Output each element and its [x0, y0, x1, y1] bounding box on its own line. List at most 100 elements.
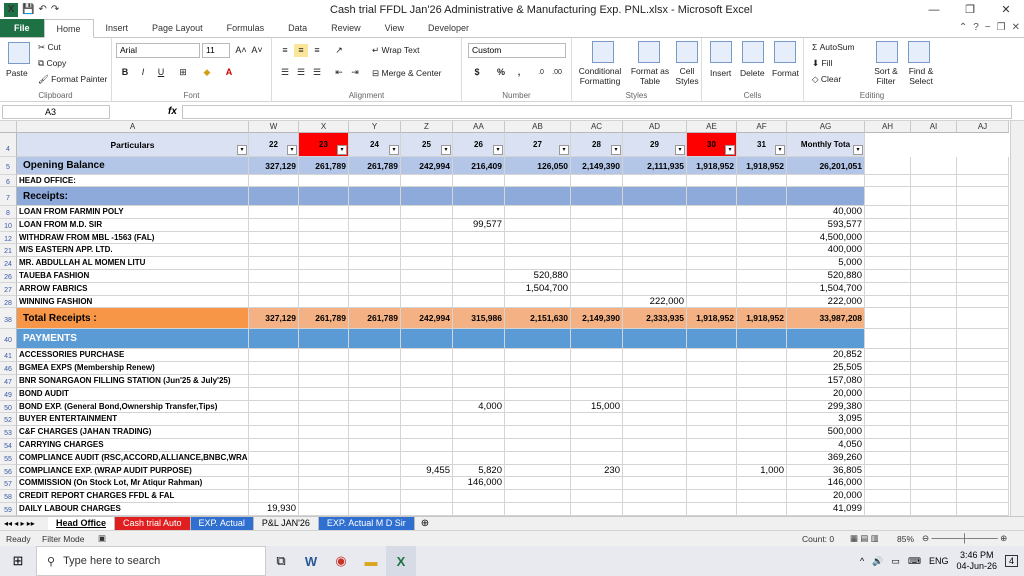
data-cell[interactable] [299, 329, 349, 350]
row-label[interactable]: ACCESSORIES PURCHASE [17, 349, 249, 363]
data-cell[interactable] [571, 375, 623, 388]
sheet-tab-exp-actual[interactable]: EXP. Actual [190, 517, 254, 530]
empty-cell[interactable] [865, 175, 911, 187]
data-cell[interactable] [505, 477, 571, 491]
tab-developer[interactable]: Developer [416, 19, 481, 37]
empty-cell[interactable] [865, 282, 911, 296]
data-cell[interactable]: 9,455 [401, 464, 453, 478]
data-cell[interactable] [737, 295, 787, 309]
data-cell[interactable] [571, 282, 623, 296]
cell-styles-icon[interactable] [676, 41, 698, 63]
fill-color-icon[interactable]: ◆ [200, 66, 214, 79]
data-cell[interactable] [401, 375, 453, 388]
empty-cell[interactable] [957, 426, 1009, 439]
data-cell[interactable] [249, 175, 299, 187]
data-cell[interactable] [299, 206, 349, 219]
empty-cell[interactable] [911, 503, 957, 516]
data-cell[interactable]: 242,994 [401, 308, 453, 330]
monthly-total-cell[interactable]: 25,505 [787, 362, 865, 375]
monthly-total-cell[interactable]: 3,095 [787, 413, 865, 427]
data-cell[interactable] [623, 503, 687, 516]
data-cell[interactable] [401, 187, 453, 206]
row-header-12[interactable]: 12 [0, 231, 17, 245]
monthly-total-cell[interactable]: 1,504,700 [787, 282, 865, 296]
data-cell[interactable] [623, 206, 687, 219]
filter-dropdown-icon[interactable]: ▾ [611, 145, 621, 155]
sheet-tab-head-office[interactable]: Head Office [48, 517, 116, 530]
tab-review[interactable]: Review [319, 19, 373, 37]
undo-icon[interactable]: ↶ [38, 3, 46, 17]
data-cell[interactable] [453, 231, 505, 245]
empty-cell[interactable] [911, 362, 957, 375]
data-cell[interactable] [401, 206, 453, 219]
empty-cell[interactable] [911, 187, 957, 206]
data-cell[interactable] [571, 477, 623, 491]
row-header-46[interactable]: 46 [0, 362, 17, 375]
tab-page-layout[interactable]: Page Layout [140, 19, 215, 37]
data-cell[interactable] [505, 349, 571, 363]
shrink-font-button[interactable]: A˅ [250, 44, 264, 57]
monthly-total-cell[interactable]: 20,852 [787, 349, 865, 363]
sheet-tab-pl[interactable]: P&L JAN'26 [254, 517, 319, 530]
data-cell[interactable] [687, 451, 737, 465]
format-cells-icon[interactable] [774, 41, 796, 63]
data-cell[interactable] [571, 329, 623, 350]
copy-button[interactable]: ⧉ Copy [38, 58, 66, 69]
row-header-7[interactable]: 7 [0, 187, 17, 206]
data-cell[interactable] [299, 175, 349, 187]
monthly-total-cell[interactable]: 40,000 [787, 206, 865, 219]
data-cell[interactable]: 5,820 [453, 464, 505, 478]
data-cell[interactable] [299, 387, 349, 401]
data-cell[interactable] [623, 451, 687, 465]
data-cell[interactable] [299, 375, 349, 388]
empty-cell[interactable] [957, 362, 1009, 375]
tab-insert[interactable]: Insert [94, 19, 141, 37]
data-cell[interactable] [349, 244, 401, 258]
monthly-total-cell[interactable]: 26,201,051 [787, 157, 865, 175]
row-header-53[interactable]: 53 [0, 426, 17, 439]
row-header-8[interactable]: 8 [0, 206, 17, 219]
cell-styles-button[interactable]: Cell Styles [672, 66, 702, 86]
data-cell[interactable] [249, 451, 299, 465]
data-cell[interactable] [299, 503, 349, 516]
row-label[interactable]: DAILY LABOUR CHARGES [17, 503, 249, 516]
data-cell[interactable] [249, 244, 299, 258]
sheet-tab-cash-trial[interactable]: Cash trial Auto [115, 517, 191, 530]
row-header-56[interactable]: 56 [0, 464, 17, 478]
data-cell[interactable] [299, 413, 349, 427]
data-cell[interactable] [571, 244, 623, 258]
data-cell[interactable] [249, 426, 299, 439]
data-cell[interactable] [249, 375, 299, 388]
data-cell[interactable] [249, 400, 299, 414]
zoom-slider[interactable]: ⊖ ─────┼───── ⊕ [922, 533, 1018, 544]
data-cell[interactable] [453, 362, 505, 375]
data-cell[interactable] [571, 218, 623, 232]
data-cell[interactable] [249, 477, 299, 491]
empty-cell[interactable] [911, 295, 957, 309]
data-cell[interactable] [349, 349, 401, 363]
tab-view[interactable]: View [373, 19, 416, 37]
data-cell[interactable] [401, 387, 453, 401]
data-cell[interactable] [349, 426, 401, 439]
column-header-ac[interactable]: AC [571, 121, 623, 133]
data-cell[interactable] [687, 400, 737, 414]
name-box[interactable]: A3 [2, 105, 110, 119]
data-cell[interactable] [401, 451, 453, 465]
row-header-24[interactable]: 24 [0, 257, 17, 270]
data-cell[interactable] [623, 218, 687, 232]
data-cell[interactable] [623, 477, 687, 491]
data-cell[interactable] [299, 349, 349, 363]
monthly-total-cell[interactable]: 4,500,000 [787, 231, 865, 245]
data-cell[interactable] [505, 426, 571, 439]
empty-cell[interactable] [957, 308, 1009, 330]
column-header-a[interactable]: A [17, 121, 249, 133]
data-cell[interactable] [737, 426, 787, 439]
empty-cell[interactable] [957, 270, 1009, 283]
empty-cell[interactable] [957, 244, 1009, 258]
data-cell[interactable] [249, 490, 299, 503]
sort-filter-icon[interactable] [876, 41, 898, 63]
align-middle-icon[interactable]: ≡ [294, 44, 308, 57]
filter-dropdown-icon[interactable]: ▾ [337, 145, 347, 155]
data-cell[interactable] [623, 257, 687, 270]
row-label[interactable]: MR. ABDULLAH AL MOMEN LITU [17, 257, 249, 270]
